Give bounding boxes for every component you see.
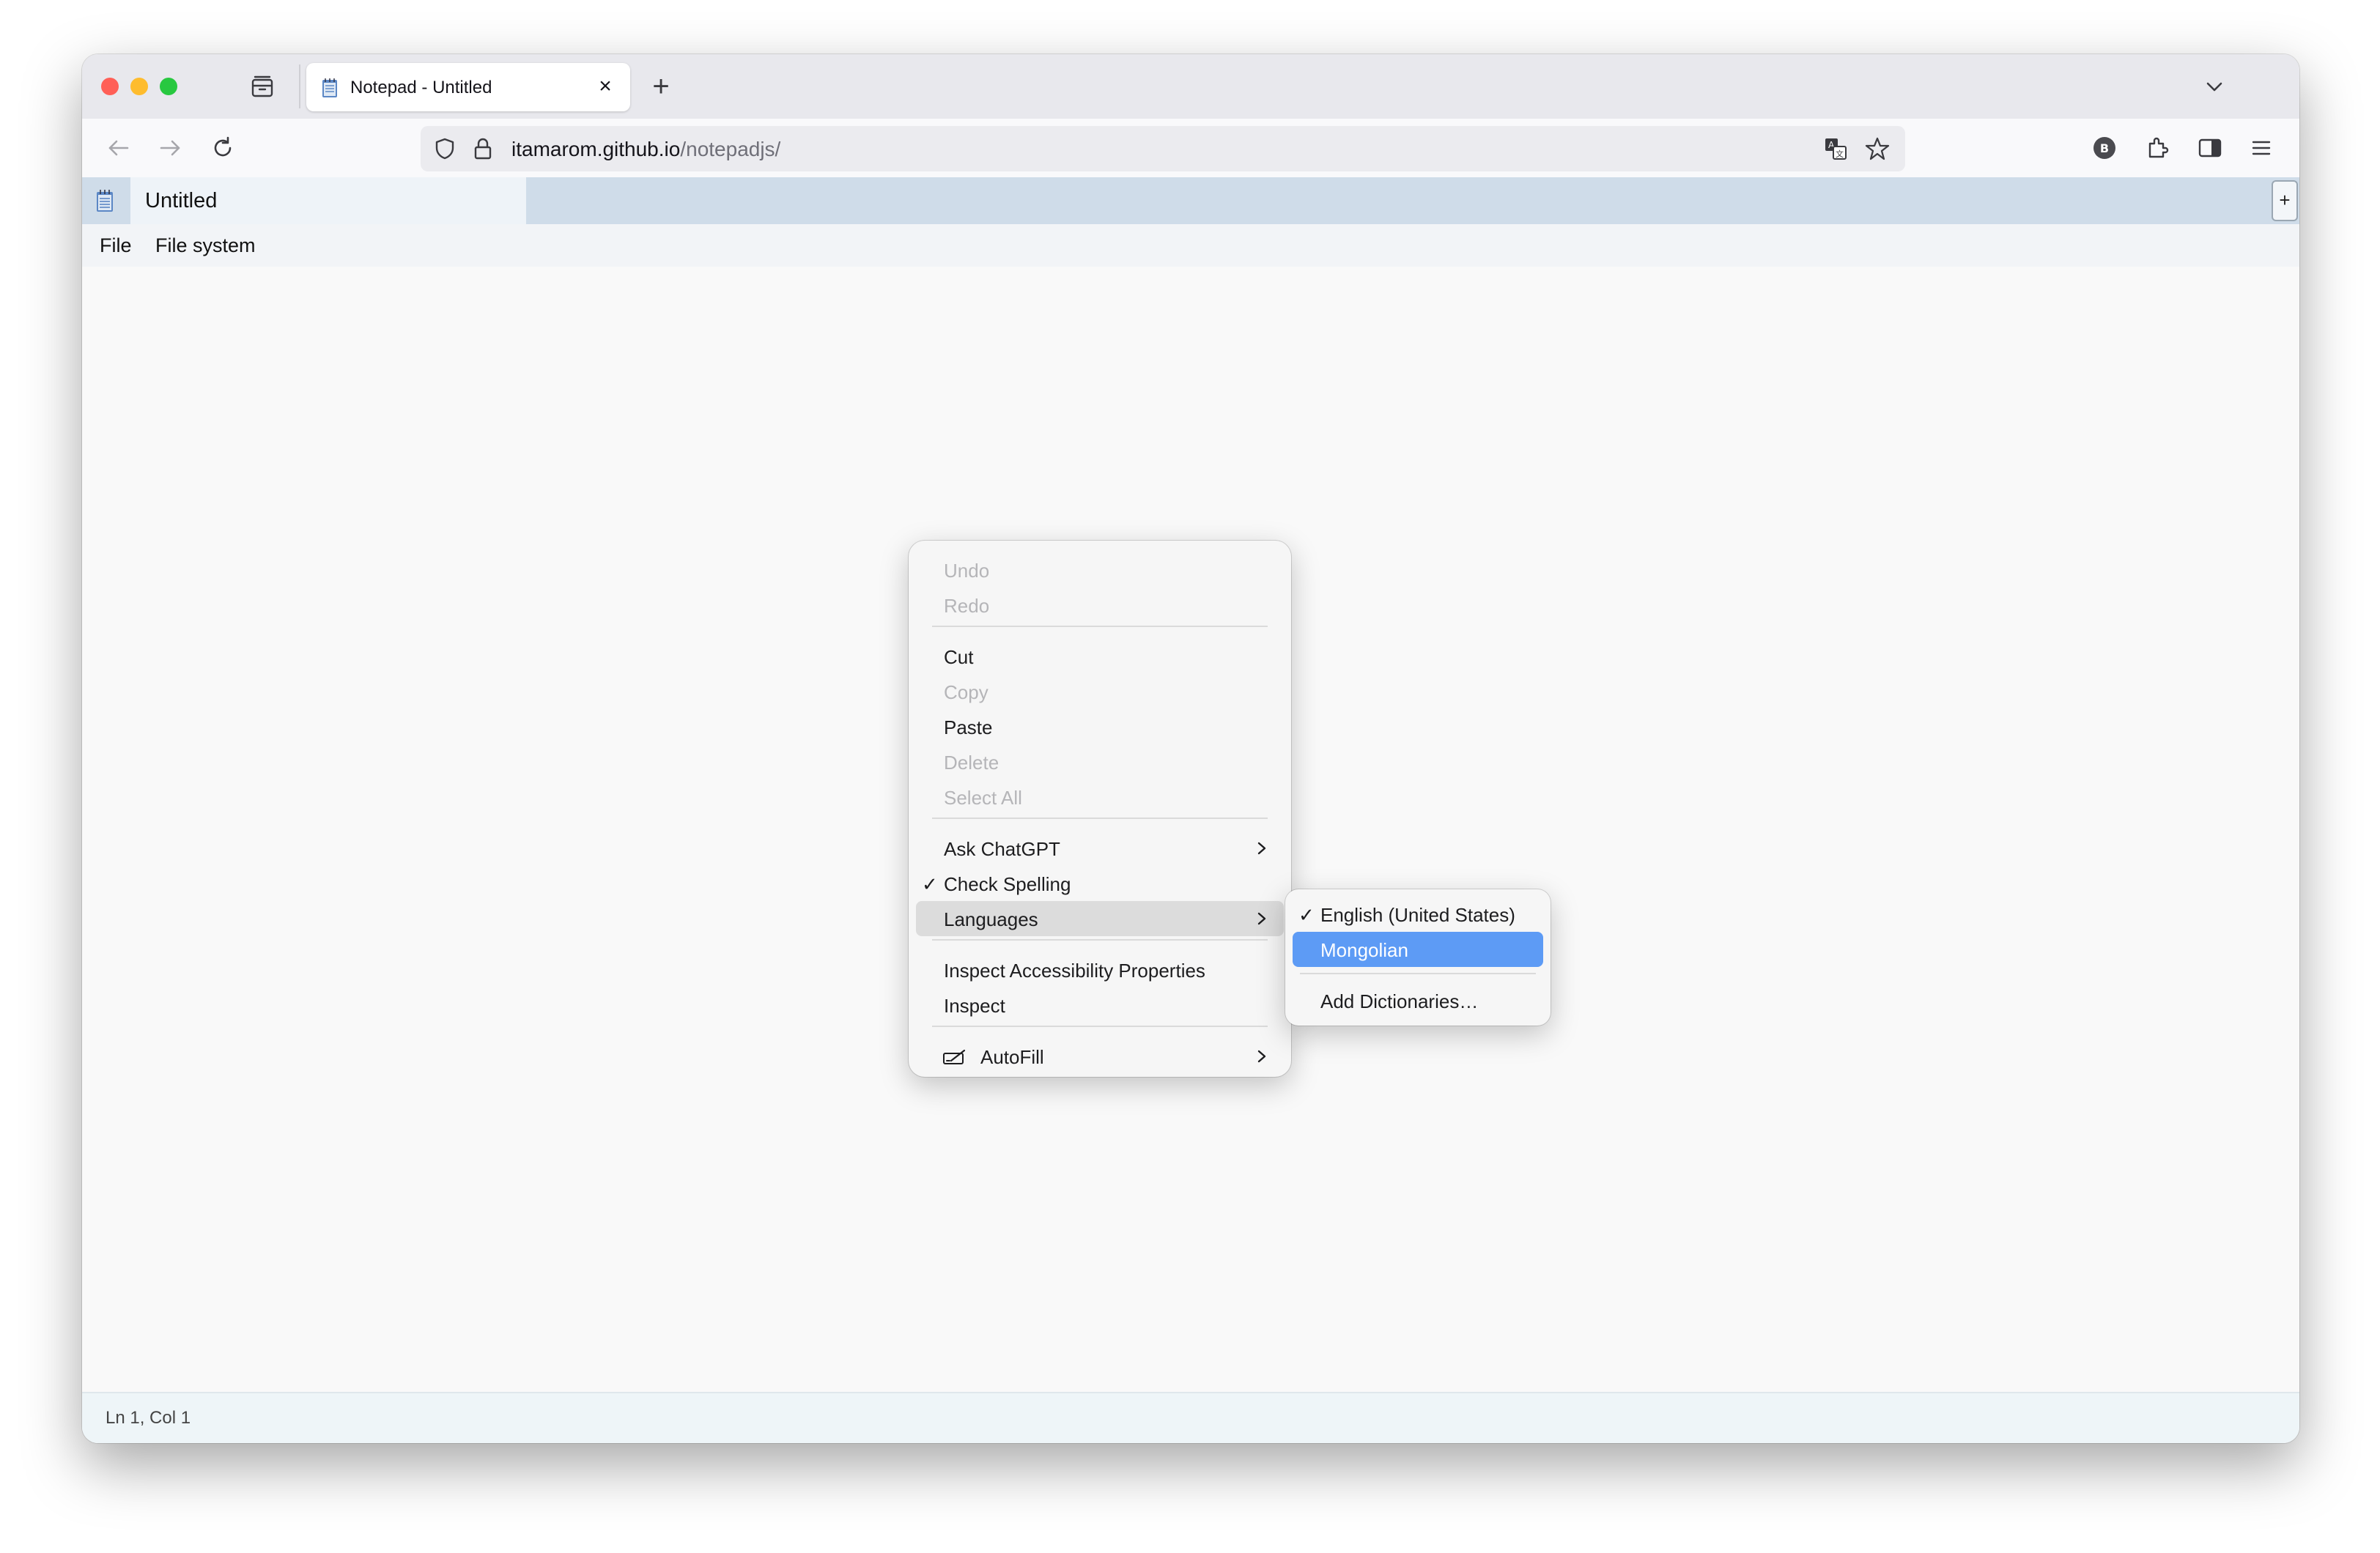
menu-item-label: Languages bbox=[944, 908, 1038, 930]
menu-item-check-spelling[interactable]: ✓ Check Spelling bbox=[909, 866, 1291, 901]
menu-separator bbox=[1300, 973, 1536, 974]
notepad-favicon-icon bbox=[322, 78, 337, 97]
menu-item-copy[interactable]: Copy bbox=[909, 674, 1291, 709]
document-tab-bar: Untitled + bbox=[82, 177, 2299, 224]
menu-item-autofill[interactable]: AutoFill bbox=[909, 1039, 1291, 1074]
menu-item-label: AutoFill bbox=[980, 1046, 1044, 1068]
notepad-app-icon bbox=[97, 190, 113, 212]
url-path: /notepadjs/ bbox=[680, 138, 781, 160]
url-bar[interactable]: itamarom.github.io/notepadjs/ A 文 bbox=[421, 126, 1905, 171]
menu-item-label: Paste bbox=[944, 716, 993, 738]
close-window-button[interactable] bbox=[101, 78, 119, 95]
account-icon[interactable]: B bbox=[2090, 133, 2119, 163]
reload-icon[interactable] bbox=[208, 133, 237, 163]
menu-file[interactable]: File bbox=[100, 234, 132, 257]
tab-overview-icon[interactable] bbox=[249, 73, 276, 100]
checkmark-icon: ✓ bbox=[1298, 904, 1315, 926]
autofill-pen-icon bbox=[943, 1049, 966, 1064]
menu-item-paste[interactable]: Paste bbox=[909, 709, 1291, 744]
tab-strip: Notepad - Untitled × + bbox=[82, 54, 2299, 119]
menu-item-undo[interactable]: Undo bbox=[909, 552, 1291, 588]
menu-item-label: Ask ChatGPT bbox=[944, 838, 1060, 860]
document-tab-untitled[interactable]: Untitled bbox=[130, 177, 526, 224]
bookmark-star-icon[interactable] bbox=[1864, 136, 1891, 162]
chevron-down-icon[interactable] bbox=[2201, 73, 2228, 100]
translate-icon[interactable]: A 文 bbox=[1823, 136, 1848, 161]
lock-icon[interactable] bbox=[472, 136, 494, 161]
menu-item-redo[interactable]: Redo bbox=[909, 588, 1291, 623]
chevron-right-icon bbox=[1257, 912, 1266, 925]
language-item-english[interactable]: ✓ English (United States) bbox=[1285, 897, 1551, 932]
language-item-mongolian[interactable]: Mongolian bbox=[1285, 932, 1551, 967]
forward-arrow-icon[interactable] bbox=[155, 133, 185, 163]
minimize-window-button[interactable] bbox=[130, 78, 148, 95]
hamburger-menu-icon[interactable] bbox=[2247, 133, 2276, 163]
chevron-right-icon bbox=[1257, 842, 1266, 855]
cursor-position: Ln 1, Col 1 bbox=[106, 1408, 191, 1428]
menu-item-label: Mongolian bbox=[1320, 939, 1408, 961]
menu-item-inspect-accessibility[interactable]: Inspect Accessibility Properties bbox=[909, 952, 1291, 987]
menu-item-label: Check Spelling bbox=[944, 873, 1071, 895]
checkmark-icon: ✓ bbox=[922, 873, 938, 895]
tab-title: Notepad - Untitled bbox=[350, 78, 492, 97]
document-tab-title: Untitled bbox=[145, 189, 218, 212]
svg-text:B: B bbox=[2100, 141, 2109, 155]
context-menu: Undo Redo Cut Copy Paste Delete Select A… bbox=[909, 541, 1291, 1077]
svg-text:文: 文 bbox=[1836, 149, 1844, 159]
browser-tab[interactable]: Notepad - Untitled × bbox=[306, 63, 630, 111]
extensions-puzzle-icon[interactable] bbox=[2143, 133, 2172, 163]
menu-separator bbox=[932, 1026, 1268, 1027]
menu-item-delete[interactable]: Delete bbox=[909, 744, 1291, 779]
url-host: itamarom.github.io bbox=[511, 138, 681, 160]
languages-submenu: ✓ English (United States) Mongolian Add … bbox=[1285, 889, 1551, 1026]
tab-separator bbox=[299, 64, 300, 108]
new-tab-icon[interactable]: + bbox=[646, 72, 676, 101]
menu-separator bbox=[932, 939, 1268, 941]
menu-separator bbox=[932, 626, 1268, 627]
tracking-protection-shield-icon[interactable] bbox=[432, 136, 457, 161]
menu-item-select-all[interactable]: Select All bbox=[909, 779, 1291, 815]
zoom-window-button[interactable] bbox=[160, 78, 177, 95]
menu-item-label: Add Dictionaries… bbox=[1320, 990, 1479, 1012]
url-text[interactable]: itamarom.github.io/notepadjs/ bbox=[511, 138, 780, 161]
menu-item-add-dictionaries[interactable]: Add Dictionaries… bbox=[1285, 983, 1551, 1018]
menu-item-label: Copy bbox=[944, 681, 988, 703]
menu-item-cut[interactable]: Cut bbox=[909, 639, 1291, 674]
menu-separator bbox=[932, 818, 1268, 819]
menu-item-inspect[interactable]: Inspect bbox=[909, 987, 1291, 1023]
menu-item-ask-chatgpt[interactable]: Ask ChatGPT bbox=[909, 831, 1291, 866]
menu-item-languages[interactable]: Languages bbox=[909, 901, 1291, 936]
app-menu-bar: File File system bbox=[82, 224, 2299, 267]
menu-item-label: Delete bbox=[944, 752, 999, 774]
menu-item-label: Inspect Accessibility Properties bbox=[944, 960, 1205, 982]
menu-item-label: Undo bbox=[944, 560, 990, 582]
menu-item-label: English (United States) bbox=[1320, 904, 1515, 926]
menu-item-label: Cut bbox=[944, 646, 974, 668]
status-bar: Ln 1, Col 1 bbox=[82, 1392, 2299, 1443]
menu-file-system[interactable]: File system bbox=[155, 234, 256, 257]
add-document-button[interactable]: + bbox=[2272, 180, 2298, 221]
menu-item-label: Inspect bbox=[944, 995, 1005, 1017]
menu-item-label: Redo bbox=[944, 595, 990, 617]
navigation-toolbar: itamarom.github.io/notepadjs/ A 文 B bbox=[82, 119, 2299, 177]
close-tab-icon[interactable]: × bbox=[594, 75, 617, 98]
sidebar-toggle-icon[interactable] bbox=[2195, 133, 2225, 163]
menu-item-label: Select All bbox=[944, 787, 1022, 809]
chevron-right-icon bbox=[1257, 1050, 1266, 1063]
back-arrow-icon[interactable] bbox=[104, 133, 133, 163]
